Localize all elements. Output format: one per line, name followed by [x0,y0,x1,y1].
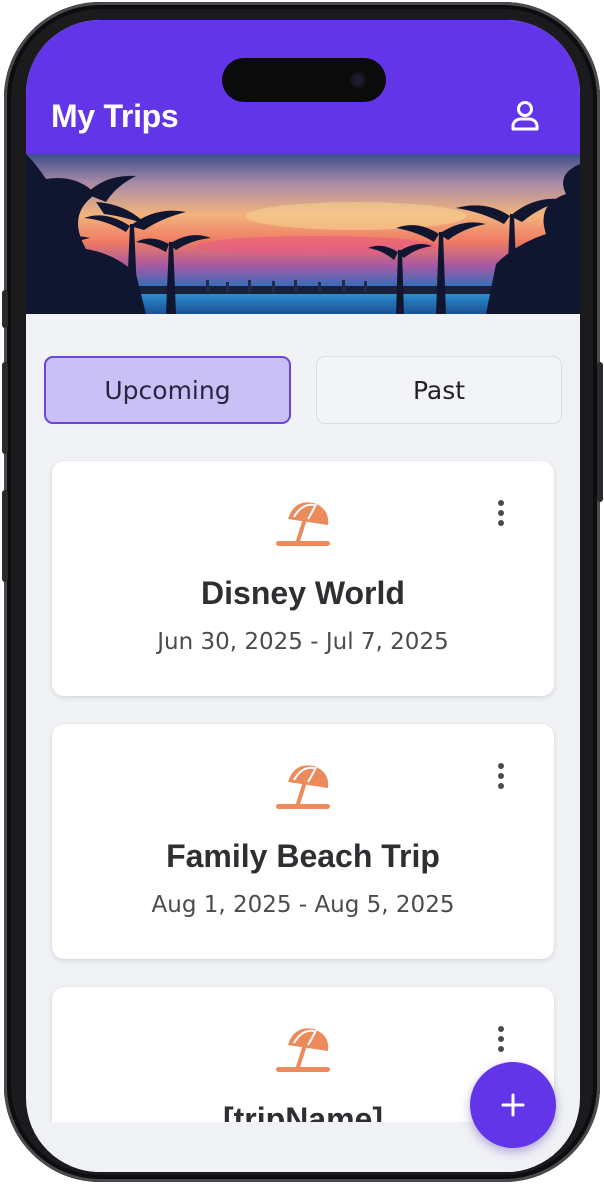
user-icon [511,101,539,131]
beach-umbrella-icon [274,760,332,812]
tab-past-label: Past [412,375,466,405]
trip-card[interactable]: Disney World Jun 30, 2025 - Jul 7, 2025 [52,461,554,696]
more-vertical-icon[interactable] [489,760,513,792]
more-vertical-icon[interactable] [489,497,513,529]
side-button-volume-down [2,490,8,582]
beach-umbrella-icon [274,497,332,549]
trip-dates: Aug 1, 2025 - Aug 5, 2025 [151,892,455,918]
beach-umbrella-icon [274,1023,332,1075]
trip-name: Disney World [201,575,405,611]
add-trip-button[interactable] [470,1062,556,1148]
trip-dates: Jun 30, 2025 - Jul 7, 2025 [157,629,449,655]
side-button-volume-up [2,362,8,454]
dynamic-island [222,58,386,102]
side-button-power [597,362,603,502]
tab-upcoming-label: Upcoming [104,375,231,405]
plus-icon [501,1093,525,1117]
app-header: My Trips [26,20,580,154]
app-screen: My Trips Upcoming Past Disney World Jun … [26,20,580,1172]
side-button-action [2,290,8,328]
tab-past[interactable]: Past [316,356,562,424]
trip-name: Family Beach Trip [166,838,440,874]
header-banner-image [26,154,580,314]
trip-card[interactable]: Family Beach Trip Aug 1, 2025 - Aug 5, 2… [52,724,554,959]
more-vertical-icon[interactable] [489,1023,513,1055]
tab-upcoming[interactable]: Upcoming [44,356,291,424]
page-title: My Trips [51,98,179,134]
profile-button[interactable] [507,98,543,134]
